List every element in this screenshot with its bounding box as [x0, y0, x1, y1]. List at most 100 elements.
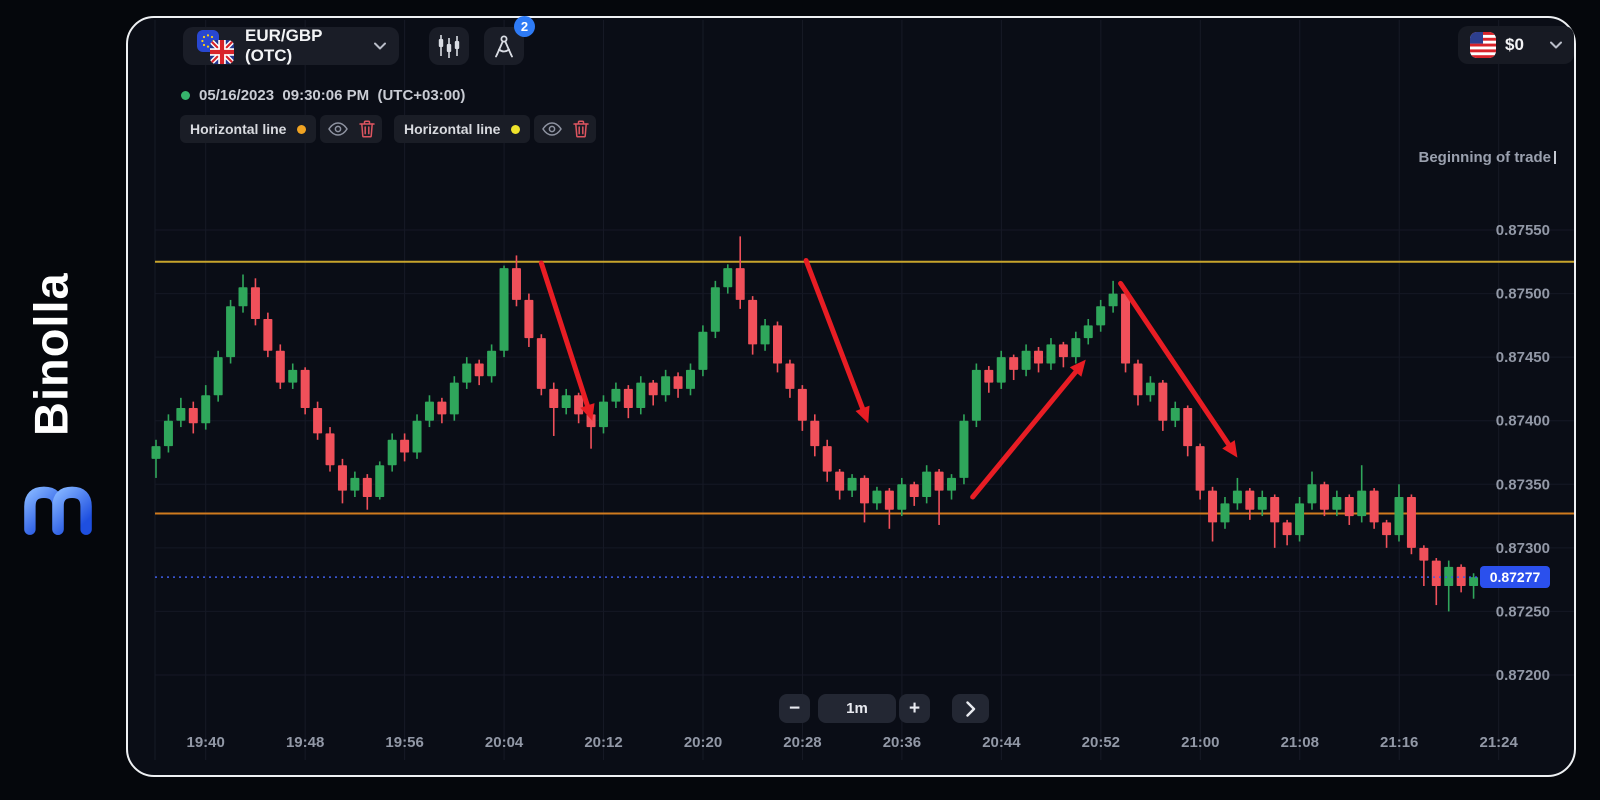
price-tick-label: 0.87350: [1496, 476, 1550, 493]
candlestick-chart-icon: [438, 35, 460, 58]
candle: [151, 446, 161, 459]
candle: [1257, 497, 1267, 510]
candle: [1158, 382, 1168, 421]
time-tick-label: 20:52: [1082, 734, 1120, 751]
horizontal-line-badge-2[interactable]: Horizontal line: [394, 115, 530, 143]
candle: [735, 268, 745, 300]
price-tick-label: 0.87200: [1496, 667, 1550, 684]
candle: [1195, 446, 1205, 491]
beginning-of-trade-text: Beginning of trade: [1418, 149, 1552, 166]
candle: [313, 408, 323, 434]
candle: [661, 376, 671, 396]
candle: [1469, 577, 1479, 587]
time-tick-label: 19:56: [385, 734, 423, 751]
candle: [636, 382, 646, 409]
candle: [288, 369, 298, 383]
candle: [549, 388, 559, 409]
symbol-label: EUR/GBP (OTC): [245, 26, 323, 65]
candle: [437, 401, 447, 415]
candle: [760, 325, 770, 345]
time-tick-label: 21:24: [1479, 734, 1518, 751]
time-tick-label: 20:04: [485, 734, 524, 751]
chevron-right-icon: [965, 700, 975, 717]
time-tick-label: 20:36: [883, 734, 921, 751]
candle: [934, 471, 944, 491]
candle: [1406, 497, 1416, 548]
candle: [511, 268, 521, 300]
candle: [1208, 490, 1218, 523]
account-selector[interactable]: $0: [1458, 26, 1574, 64]
chevron-down-icon: [1550, 41, 1562, 49]
candle: [835, 471, 845, 491]
horizontal-line-actions-1: [320, 115, 382, 143]
candle: [201, 395, 211, 424]
candle: [250, 287, 260, 320]
candle: [984, 369, 994, 383]
time-tick-label: 21:00: [1181, 734, 1219, 751]
tools-badge-count: 2: [514, 16, 535, 37]
interval-button[interactable]: 1m: [818, 694, 896, 723]
candle: [1071, 338, 1081, 358]
delete-icon[interactable]: [572, 120, 589, 138]
compass-icon: [495, 35, 513, 58]
binolla-logo-icon: [24, 469, 92, 535]
candle: [188, 408, 198, 424]
candle: [1133, 363, 1143, 396]
candle: [213, 357, 223, 396]
symbol-selector[interactable]: EUR/GBP (OTC): [183, 26, 399, 65]
horizontal-line-actions-2: [534, 115, 596, 143]
trend-arrow: [538, 260, 592, 414]
candle: [1096, 306, 1106, 326]
candle: [1108, 293, 1118, 307]
candle: [362, 477, 372, 498]
trend-arrow: [803, 258, 868, 417]
account-balance: $0: [1505, 35, 1524, 54]
candle: [1344, 497, 1354, 517]
zoom-out-button[interactable]: −: [779, 694, 810, 723]
candle: [1245, 490, 1255, 510]
visibility-icon[interactable]: [541, 122, 562, 136]
candle: [971, 369, 981, 421]
timestamp-text: 05/16/2023 09:30:06 PM (UTC+03:00): [199, 86, 466, 104]
candle: [1083, 325, 1093, 339]
candle: [238, 287, 248, 307]
candle: [897, 484, 907, 510]
candle: [1419, 547, 1429, 561]
us-flag-icon: [1470, 32, 1496, 58]
scroll-forward-button[interactable]: [952, 694, 989, 723]
text-cursor: [1554, 151, 1556, 164]
zoom-in-button[interactable]: +: [899, 694, 930, 723]
line-color-dot-yellow: [511, 124, 520, 134]
candle: [325, 433, 335, 466]
candle: [673, 376, 683, 389]
candles-layer: [151, 236, 1479, 612]
price-tick-label: 0.87250: [1496, 603, 1550, 620]
time-tick-label: 20:20: [684, 734, 722, 751]
candle: [1394, 497, 1404, 536]
candle: [710, 287, 720, 332]
horizontal-line-badge-1[interactable]: Horizontal line: [180, 115, 316, 143]
time-tick-label: 19:40: [187, 734, 225, 751]
candle: [176, 408, 186, 421]
candle: [400, 439, 410, 453]
candle: [462, 363, 472, 383]
horizontal-line-label: Horizontal line: [404, 121, 501, 137]
candle: [959, 420, 969, 478]
candle: [1046, 344, 1056, 364]
line-color-dot-orange: [297, 124, 306, 134]
candle: [524, 299, 534, 339]
visibility-icon[interactable]: [327, 122, 348, 136]
candle: [1021, 350, 1031, 370]
candle: [424, 401, 434, 421]
candle: [1034, 350, 1044, 364]
candle: [598, 401, 608, 428]
chart-type-button[interactable]: [429, 27, 469, 65]
current-price-badge: 0.87277: [1480, 566, 1550, 588]
candle: [474, 363, 484, 377]
candle: [1431, 560, 1441, 587]
candle: [449, 382, 459, 415]
delete-icon[interactable]: [358, 120, 375, 138]
brand-name: Binolla: [24, 272, 78, 436]
candle: [996, 357, 1006, 383]
candle: [1382, 522, 1392, 536]
